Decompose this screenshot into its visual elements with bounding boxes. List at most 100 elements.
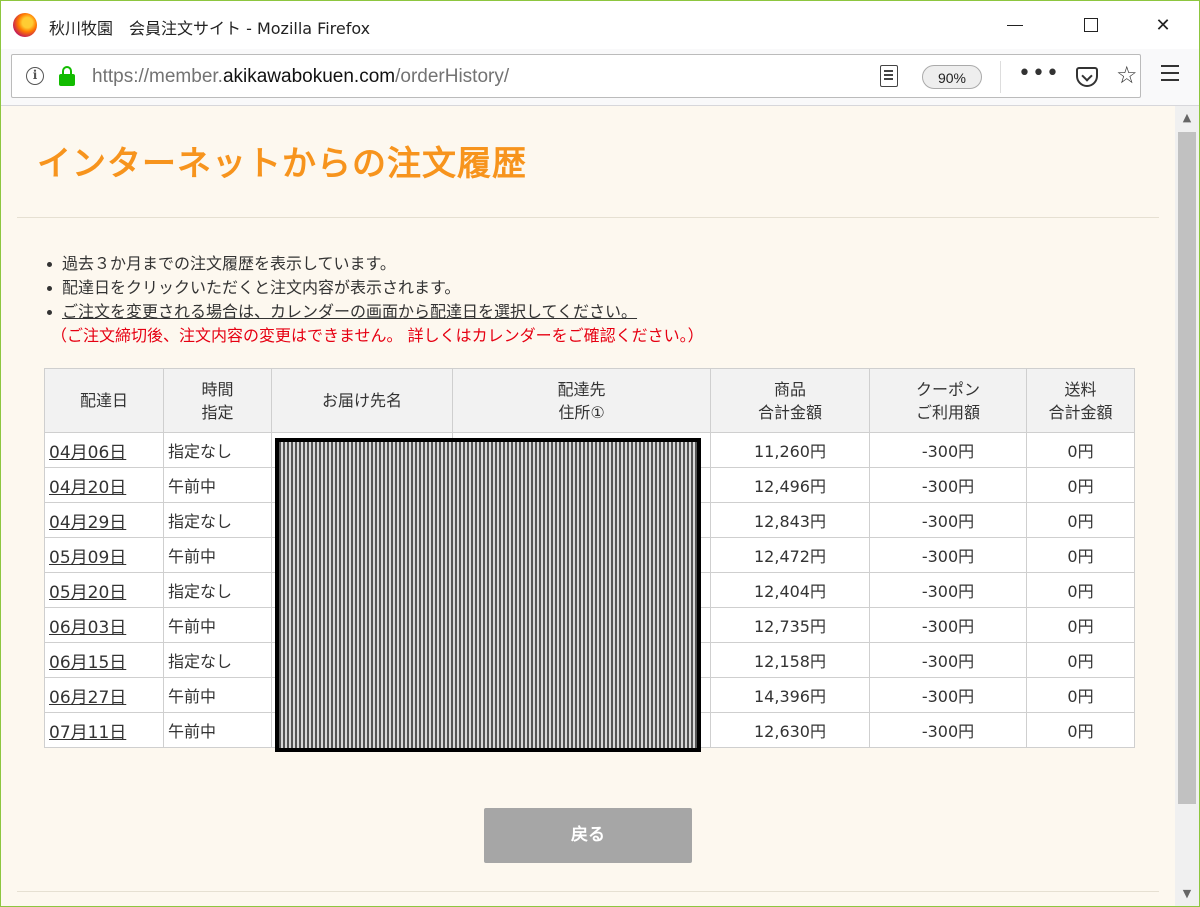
lock-icon[interactable] [58, 66, 76, 86]
time-cell: 指定なし [163, 572, 272, 608]
url-path: /orderHistory/ [395, 66, 510, 87]
goods-total-cell: 12,472円 [710, 537, 870, 573]
warning-text: （ご注文締切後、注文内容の変更はできません。 詳しくはカレンダーをご確認ください… [51, 326, 704, 345]
time-cell: 指定なし [163, 432, 272, 468]
calendar-link[interactable]: ご注文を変更される場合は、カレンダーの画面から配達日を選択してください。 [62, 300, 637, 324]
window-title: 秋川牧園 会員注文サイト - Mozilla Firefox [49, 19, 371, 38]
shipping-cell: 0円 [1026, 607, 1135, 643]
pocket-icon[interactable] [1076, 67, 1098, 87]
goods-total-cell: 14,396円 [710, 677, 870, 713]
time-cell: 指定なし [163, 502, 272, 538]
close-button[interactable]: ✕ [1127, 1, 1199, 49]
footer-divider [17, 891, 1159, 892]
zoom-indicator[interactable]: 90% [922, 65, 982, 89]
header-delivery-date: 配達日 [44, 368, 164, 433]
bullet [47, 309, 52, 315]
page-title: インターネットからの注文履歴 [37, 144, 527, 184]
vertical-scrollbar[interactable]: ▲ ▼ [1175, 106, 1199, 906]
nav-bar: i https://member.akikawabokuen.com/order… [1, 49, 1199, 106]
scroll-thumb[interactable] [1178, 132, 1196, 804]
delivery-date-link[interactable]: 05月09日 [49, 548, 126, 568]
coupon-cell: -300円 [869, 572, 1027, 608]
shipping-cell: 0円 [1026, 537, 1135, 573]
time-cell: 午前中 [163, 607, 272, 643]
delivery-date-link[interactable]: 05月20日 [49, 583, 126, 603]
goods-total-cell: 12,404円 [710, 572, 870, 608]
scroll-up-arrow-icon[interactable]: ▲ [1175, 106, 1199, 130]
redacted-area [275, 438, 701, 752]
delivery-date-link[interactable]: 04月20日 [49, 478, 126, 498]
table-header-row: 配達日 時間 指定 お届け先名 配達先 住所① 商品 合計金額 クーポン ご利用… [44, 368, 1135, 433]
scroll-down-arrow-icon[interactable]: ▼ [1175, 882, 1199, 906]
time-cell: 午前中 [163, 467, 272, 503]
url-domain: akikawabokuen.com [222, 66, 396, 87]
header-shipping: 送料 合計金額 [1026, 368, 1135, 433]
goods-total-cell: 12,158円 [710, 642, 870, 678]
coupon-cell: -300円 [869, 502, 1027, 538]
coupon-cell: -300円 [869, 537, 1027, 573]
goods-total-cell: 12,735円 [710, 607, 870, 643]
delivery-date-cell: 06月27日 [44, 677, 164, 713]
time-cell: 午前中 [163, 537, 272, 573]
maximize-icon [1084, 18, 1098, 32]
delivery-date-cell: 06月03日 [44, 607, 164, 643]
info-icon[interactable]: i [26, 67, 44, 85]
shipping-cell: 0円 [1026, 502, 1135, 538]
shipping-cell: 0円 [1026, 677, 1135, 713]
goods-total-cell: 12,843円 [710, 502, 870, 538]
delivery-date-cell: 04月29日 [44, 502, 164, 538]
minimize-button[interactable] [979, 1, 1051, 49]
firefox-logo-icon [13, 13, 37, 37]
note-item: 過去３か月までの注文履歴を表示しています。 [47, 252, 704, 276]
minimize-icon [1007, 24, 1023, 26]
delivery-date-link[interactable]: 06月15日 [49, 653, 126, 673]
time-cell: 指定なし [163, 642, 272, 678]
more-actions-icon[interactable]: ••• [1018, 61, 1060, 86]
back-button[interactable]: 戻る [484, 808, 692, 863]
browser-window: 秋川牧園 会員注文サイト - Mozilla Firefox ✕ i https… [0, 0, 1200, 907]
note-item: ご注文を変更される場合は、カレンダーの画面から配達日を選択してください。 [47, 300, 704, 324]
delivery-date-cell: 07月11日 [44, 712, 164, 748]
title-divider [17, 217, 1159, 218]
delivery-date-cell: 04月20日 [44, 467, 164, 503]
bullet [47, 261, 52, 267]
shipping-cell: 0円 [1026, 432, 1135, 468]
maximize-button[interactable] [1055, 1, 1127, 49]
delivery-date-link[interactable]: 06月27日 [49, 688, 126, 708]
header-time: 時間 指定 [163, 368, 272, 433]
header-goods-total: 商品 合計金額 [710, 368, 870, 433]
page-viewport: インターネットからの注文履歴 過去３か月までの注文履歴を表示しています。 配達日… [1, 106, 1175, 906]
shipping-cell: 0円 [1026, 642, 1135, 678]
coupon-cell: -300円 [869, 677, 1027, 713]
shipping-cell: 0円 [1026, 467, 1135, 503]
coupon-cell: -300円 [869, 712, 1027, 748]
delivery-date-link[interactable]: 04月06日 [49, 443, 126, 463]
delivery-date-cell: 05月09日 [44, 537, 164, 573]
note-text: 配達日をクリックいただくと注文内容が表示されます。 [62, 278, 461, 297]
header-coupon: クーポン ご利用額 [869, 368, 1027, 433]
bookmark-star-icon[interactable]: ☆ [1116, 61, 1138, 89]
delivery-date-link[interactable]: 06月03日 [49, 618, 126, 638]
title-bar: 秋川牧園 会員注文サイト - Mozilla Firefox ✕ [1, 1, 1199, 49]
bullet [47, 285, 52, 291]
time-cell: 午前中 [163, 677, 272, 713]
time-cell: 午前中 [163, 712, 272, 748]
delivery-date-link[interactable]: 07月11日 [49, 723, 126, 743]
delivery-date-cell: 05月20日 [44, 572, 164, 608]
goods-total-cell: 11,260円 [710, 432, 870, 468]
coupon-cell: -300円 [869, 607, 1027, 643]
header-recipient: お届け先名 [271, 368, 453, 433]
reader-view-icon[interactable] [880, 65, 898, 87]
urlbar-divider [1000, 61, 1001, 93]
delivery-date-link[interactable]: 04月29日 [49, 513, 126, 533]
url-text[interactable]: https://member.akikawabokuen.com/orderHi… [92, 66, 509, 88]
header-address: 配達先 住所① [452, 368, 711, 433]
note-item: 配達日をクリックいただくと注文内容が表示されます。 [47, 276, 704, 300]
coupon-cell: -300円 [869, 432, 1027, 468]
close-icon: ✕ [1155, 14, 1171, 36]
url-bar[interactable]: i https://member.akikawabokuen.com/order… [11, 54, 1141, 98]
url-prefix: https://member. [92, 66, 223, 87]
coupon-cell: -300円 [869, 642, 1027, 678]
goods-total-cell: 12,496円 [710, 467, 870, 503]
hamburger-menu-icon[interactable] [1161, 65, 1179, 67]
